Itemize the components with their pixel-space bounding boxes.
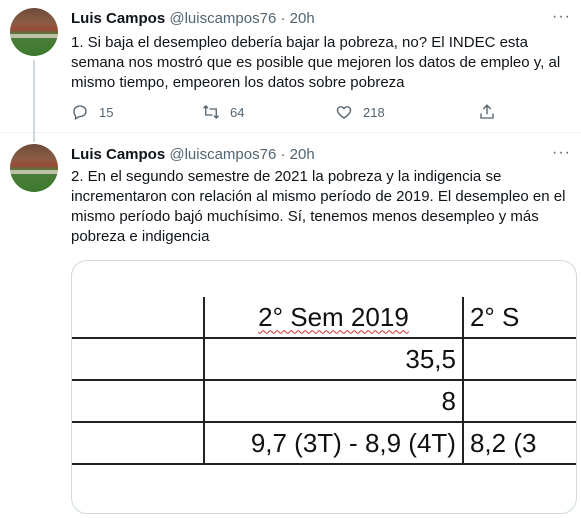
- tweet-header: Luis Campos @luiscampos76 · 20h: [71, 146, 315, 163]
- timestamp[interactable]: 20h: [290, 146, 315, 163]
- like-button[interactable]: 218: [335, 103, 385, 121]
- avatar[interactable]: [10, 144, 58, 192]
- table-cell: [72, 379, 205, 423]
- table-row: 9,7 (3T) - 8,9 (4T) 8,2 (3: [72, 421, 576, 465]
- tweet-1[interactable]: Luis Campos @luiscampos76 · 20h ··· 1. S…: [0, 0, 581, 133]
- reply-count: 15: [99, 104, 114, 120]
- reply-icon: [73, 105, 87, 120]
- author-handle[interactable]: @luiscampos76: [169, 146, 276, 163]
- reply-button[interactable]: 15: [71, 103, 113, 121]
- table-cell: [461, 379, 576, 423]
- thread-line: [33, 60, 35, 132]
- table-cell: [72, 297, 205, 339]
- separator-dot: ·: [280, 10, 286, 27]
- tweet-2[interactable]: Luis Campos @luiscampos76 · 20h ··· 2. E…: [0, 132, 581, 518]
- tweet-image[interactable]: 2° Sem 2019 2° S 35,5 8 9,7 (3T) - 8,9 (…: [71, 260, 577, 514]
- table-cell: 9,7 (3T) - 8,9 (4T): [203, 421, 464, 465]
- heart-icon: [336, 106, 352, 119]
- tweet-actions: 15 64 218: [71, 103, 501, 123]
- separator-dot: ·: [280, 146, 286, 163]
- tweet-header: Luis Campos @luiscampos76 · 20h: [71, 10, 315, 27]
- like-count: 218: [363, 104, 385, 120]
- header-text: 2° Sem 2019: [258, 301, 409, 332]
- tweet-text: 1. Si baja el desempleo debería bajar la…: [71, 34, 561, 91]
- table-row: 8: [72, 379, 576, 423]
- author-handle[interactable]: @luiscampos76: [169, 10, 276, 27]
- table-header-cell: 2° Sem 2019: [203, 297, 464, 339]
- retweet-icon: [203, 105, 219, 119]
- table-cell: [461, 337, 576, 381]
- tweet-text: 2. En el segundo semestre de 2021 la pob…: [71, 168, 566, 245]
- data-table: 2° Sem 2019 2° S 35,5 8 9,7 (3T) - 8,9 (…: [72, 297, 576, 465]
- table-row: 2° Sem 2019 2° S: [72, 297, 576, 339]
- retweet-button[interactable]: 64: [202, 103, 244, 121]
- table-cell: 35,5: [203, 337, 464, 381]
- table-image: 2° Sem 2019 2° S 35,5 8 9,7 (3T) - 8,9 (…: [72, 297, 576, 467]
- table-header-cell: 2° S: [461, 297, 576, 339]
- table-cell: [72, 337, 205, 381]
- share-button[interactable]: [478, 103, 496, 121]
- share-icon: [480, 104, 494, 119]
- author-name[interactable]: Luis Campos: [71, 146, 165, 163]
- ellipsis-icon[interactable]: ···: [552, 144, 571, 162]
- table-cell: [72, 421, 205, 465]
- timestamp[interactable]: 20h: [290, 10, 315, 27]
- table-cell: 8: [203, 379, 464, 423]
- table-cell: 8,2 (3: [461, 421, 576, 465]
- retweet-count: 64: [230, 104, 245, 120]
- table-row: 35,5: [72, 337, 576, 381]
- ellipsis-icon[interactable]: ···: [552, 8, 571, 26]
- author-name[interactable]: Luis Campos: [71, 10, 165, 27]
- avatar[interactable]: [10, 8, 58, 56]
- thread-line: [33, 132, 35, 142]
